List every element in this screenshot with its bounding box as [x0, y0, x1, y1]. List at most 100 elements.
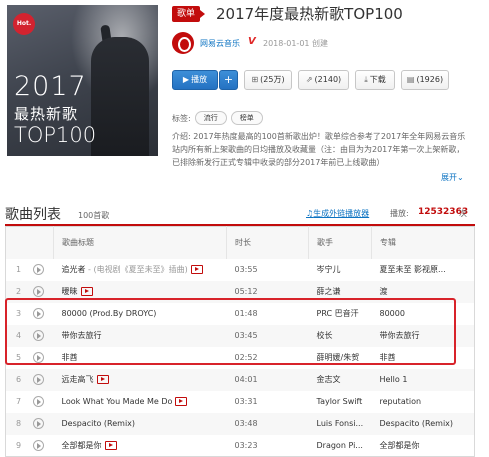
play-circle-icon[interactable]: [32, 330, 44, 341]
row-index: 1: [16, 265, 22, 274]
artist-link[interactable]: 校长: [308, 324, 372, 347]
song-title-link[interactable]: 暧昧: [62, 287, 78, 296]
netease-logo-icon[interactable]: [172, 32, 194, 54]
song-title-link[interactable]: Despacito (Remix): [62, 419, 136, 428]
artist-link[interactable]: 薛明媛/朱贺: [309, 347, 372, 369]
play-count-label: 播放:: [390, 209, 409, 218]
song-title-cell: 带你去旅行: [53, 324, 227, 347]
add-to-queue-button[interactable]: +: [219, 70, 238, 90]
duration: 03:23: [234, 440, 258, 450]
song-list-title: 歌曲列表: [5, 207, 61, 223]
folder-plus-icon: ⊞: [251, 75, 259, 84]
duration: 03:48: [226, 412, 309, 435]
col-duration: 时长: [226, 226, 309, 259]
tags-label: 标签:: [172, 113, 191, 123]
mv-icon[interactable]: [104, 440, 117, 450]
album-link[interactable]: 渡: [371, 280, 475, 303]
table-row[interactable]: 7 Look What You Made Me Do 03:31 Taylor Swi…: [6, 391, 475, 413]
song-title-cell: 暧昧: [53, 280, 227, 303]
col-artist: 歌手: [308, 226, 372, 259]
artist-link[interactable]: 岑宁儿: [309, 259, 372, 281]
duration: 02:52: [234, 353, 258, 362]
song-title-cell: Look What You Made Me Do: [54, 391, 227, 413]
play-circle-icon[interactable]: [32, 308, 44, 319]
row-index: 2: [5, 280, 33, 303]
album-link[interactable]: Despacito (Remix): [371, 412, 475, 435]
album-link[interactable]: 全部都是你: [372, 435, 475, 457]
generate-player-link[interactable]: ♫生成外链播放器: [306, 208, 369, 219]
duration: 04:01: [226, 368, 309, 391]
comment-button[interactable]: ▤ (1926): [401, 70, 449, 90]
play-circle-icon[interactable]: [32, 374, 44, 385]
expand-link[interactable]: 展开⌄: [441, 172, 464, 183]
tag-chart[interactable]: 榜单: [230, 111, 263, 125]
table-row[interactable]: 4 带你去旅行 03:45 校长 带你去旅行: [5, 324, 475, 347]
table-row[interactable]: 2 暧昧 05:12 薛之谦渡: [5, 280, 475, 303]
play-circle-icon[interactable]: [32, 264, 44, 275]
col-album: 专辑: [371, 226, 475, 259]
mv-icon[interactable]: [80, 287, 93, 296]
song-title-cell: 80000 (Prod.By DROYC): [54, 303, 227, 325]
mv-icon[interactable]: [175, 397, 188, 406]
row-index: 8: [5, 412, 33, 435]
play-circle-icon[interactable]: [32, 418, 44, 429]
artist-link[interactable]: 薛之谦: [308, 280, 372, 303]
col-index: [5, 226, 54, 259]
play-circle-icon[interactable]: [32, 286, 44, 297]
table-row[interactable]: 6 远走高飞 04:01 金志文 Hello 1: [5, 368, 475, 391]
album-link[interactable]: 带你去旅行: [371, 324, 475, 347]
download-button[interactable]: ⤓ 下载: [355, 70, 395, 90]
song-title-cell: Despacito (Remix): [53, 412, 227, 435]
album-link[interactable]: reputation: [372, 391, 475, 413]
play-button[interactable]: ▶ 播放: [172, 70, 218, 90]
creator-link[interactable]: 网易云音乐: [200, 38, 240, 49]
table-row[interactable]: 1 追光者 - (电视剧《夏至未至》插曲) 03:55 岑宁儿 夏至未至 影视原...: [6, 259, 475, 281]
album-link[interactable]: 夏至未至 影视原...: [372, 259, 475, 281]
song-title-link[interactable]: 带你去旅行: [62, 331, 102, 340]
album-link[interactable]: Hello 1: [371, 368, 475, 391]
song-title-cell: 追光者 - (电视剧《夏至未至》插曲): [54, 259, 227, 281]
col-title: 歌曲标题: [53, 226, 227, 259]
artist-link[interactable]: Taylor Swift: [309, 391, 372, 413]
favorite-button[interactable]: ⊞ (25万): [244, 70, 292, 90]
song-title-link[interactable]: 追光者: [62, 265, 86, 274]
share-button[interactable]: ⇗ (2140): [298, 70, 349, 90]
song-alias: - (电视剧《夏至未至》插曲): [85, 265, 188, 274]
cover-year: 2017: [14, 71, 87, 102]
table-row[interactable]: 8 Despacito (Remix) 03:48 Luis Fonsi... Desp…: [5, 412, 475, 435]
play-icon: ▶: [182, 75, 190, 84]
play-circle-icon[interactable]: [32, 396, 44, 407]
comment-icon: ▤: [406, 75, 415, 84]
table-row[interactable]: 5 非酋 02:52 薛明媛/朱贺 非酋: [6, 347, 475, 369]
album-link[interactable]: 80000: [372, 303, 475, 325]
song-title-cell: 非酋: [54, 347, 227, 369]
duration: 03:55: [234, 265, 258, 274]
song-title-link[interactable]: 80000 (Prod.By DROYC): [62, 309, 157, 318]
table-row[interactable]: 9 全部都是你 03:23 Dragon Pi... 全部都是你: [6, 435, 475, 457]
share-icon: ⇗: [305, 75, 313, 84]
row-index: 7: [16, 397, 22, 406]
tag-pop[interactable]: 流行: [194, 111, 227, 125]
cover-line1: 最热新歌: [14, 105, 79, 123]
song-title-link[interactable]: 非酋: [62, 353, 78, 362]
album-link[interactable]: 非酋: [372, 347, 475, 369]
artist-link[interactable]: Dragon Pi...: [309, 435, 372, 457]
mv-icon[interactable]: [96, 375, 109, 384]
play-circle-icon[interactable]: [32, 439, 44, 451]
table-row[interactable]: 3 80000 (Prod.By DROYC) 01:48 PRC 巴音汗 80000: [6, 303, 475, 325]
artist-link[interactable]: Luis Fonsi...: [308, 412, 372, 435]
play-circle-icon[interactable]: [32, 352, 44, 363]
playlist-type-badge: 歌单: [172, 6, 206, 22]
song-title-cell: 全部都是你: [54, 435, 227, 457]
song-title-link[interactable]: Look What You Made Me Do: [62, 397, 173, 406]
tags-row: 标签: 流行 榜单: [172, 111, 263, 125]
song-title-link[interactable]: 远走高飞: [62, 375, 94, 384]
artist-link[interactable]: PRC 巴音汗: [309, 303, 372, 325]
row-index: 4: [5, 324, 33, 347]
mv-icon[interactable]: [190, 265, 203, 274]
row-index: 6: [5, 368, 33, 391]
table-header-row: 歌曲标题 时长 歌手 专辑: [5, 226, 475, 259]
song-title-link[interactable]: 全部都是你: [62, 441, 102, 450]
duration: 03:45: [226, 324, 309, 347]
artist-link[interactable]: 金志文: [308, 368, 372, 391]
